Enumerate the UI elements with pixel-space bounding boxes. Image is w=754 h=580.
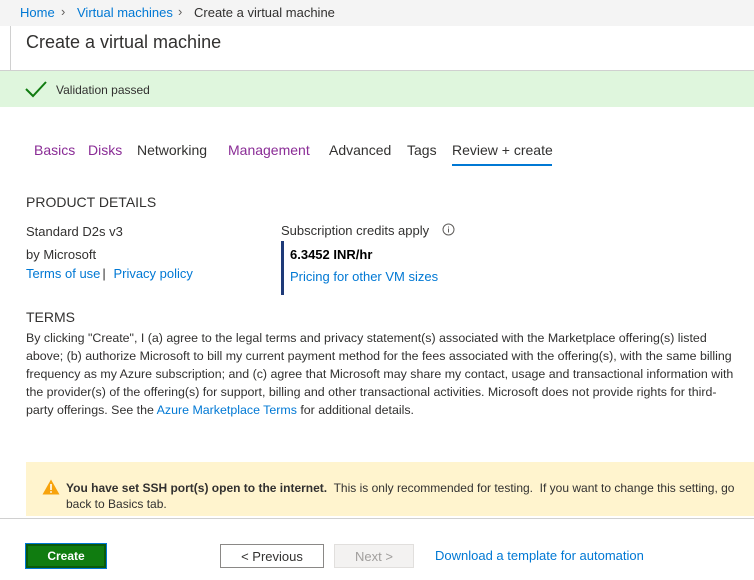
- next-button[interactable]: Next >: [334, 544, 414, 568]
- tab-management[interactable]: Management: [228, 142, 310, 158]
- terms-text: By clicking "Create", I (a) agree to the…: [26, 329, 742, 419]
- product-publisher: by Microsoft: [26, 247, 97, 262]
- active-tab-indicator: [452, 164, 552, 166]
- price-value: 6.3452 INR/hr: [290, 247, 373, 262]
- terms-of-use-link[interactable]: Terms of use: [26, 266, 100, 281]
- warning-title: You have set SSH port(s) open to the int…: [66, 481, 328, 495]
- validation-banner: Validation passed: [0, 71, 754, 107]
- previous-button[interactable]: < Previous: [220, 544, 324, 568]
- link-separator: |: [102, 266, 106, 281]
- chevron-right-icon: ›: [61, 4, 66, 19]
- tab-advanced[interactable]: Advanced: [329, 142, 391, 158]
- blade-border: [10, 26, 11, 71]
- tab-tags[interactable]: Tags: [407, 142, 437, 158]
- create-button[interactable]: Create: [25, 543, 107, 569]
- warning-banner: You have set SSH port(s) open to the int…: [26, 462, 754, 516]
- tab-disks[interactable]: Disks: [88, 142, 122, 158]
- breadcrumb-home[interactable]: Home: [20, 5, 55, 20]
- product-details-heading: PRODUCT DETAILS: [26, 194, 157, 210]
- breadcrumb: Home › Virtual machines › Create a virtu…: [0, 0, 754, 26]
- breadcrumb-virtual-machines[interactable]: Virtual machines: [77, 5, 173, 20]
- product-name: Standard D2s v3: [26, 224, 123, 239]
- breadcrumb-current: Create a virtual machine: [194, 5, 335, 20]
- checkmark-icon: [25, 81, 47, 98]
- tab-networking[interactable]: Networking: [137, 142, 207, 158]
- privacy-policy-link[interactable]: Privacy policy: [113, 266, 192, 281]
- pricing-other-sizes-link[interactable]: Pricing for other VM sizes: [290, 269, 438, 284]
- download-template-link[interactable]: Download a template for automation: [435, 548, 644, 563]
- tab-basics[interactable]: Basics: [34, 142, 75, 158]
- tab-review-create[interactable]: Review + create: [452, 142, 553, 158]
- warning-icon: [42, 479, 60, 495]
- azure-marketplace-terms-link[interactable]: Azure Marketplace Terms: [157, 403, 297, 417]
- page-title: Create a virtual machine: [26, 32, 222, 52]
- footer-divider: [0, 518, 754, 519]
- product-links: Terms of use | Privacy policy: [26, 266, 193, 281]
- warning-text: You have set SSH port(s) open to the int…: [66, 480, 754, 512]
- info-icon[interactable]: [442, 223, 455, 236]
- chevron-right-icon: ›: [178, 4, 183, 19]
- validation-message: Validation passed: [56, 83, 150, 97]
- price-accent-bar: [281, 241, 284, 295]
- terms-heading: TERMS: [26, 309, 75, 325]
- terms-tail: for additional details.: [296, 403, 415, 417]
- credits-label: Subscription credits apply: [281, 223, 430, 238]
